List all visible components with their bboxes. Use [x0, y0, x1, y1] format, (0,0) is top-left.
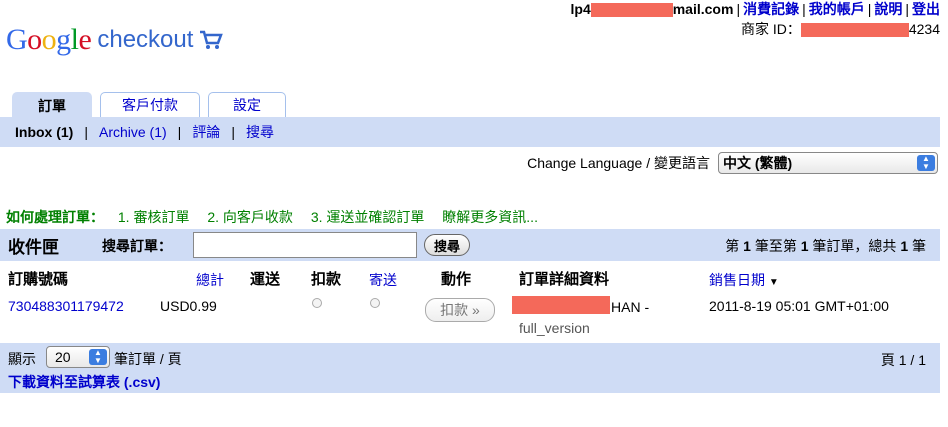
language-label: Change Language / 變更語言 [527, 155, 710, 171]
search-button[interactable]: 搜尋 [424, 234, 470, 256]
checkout-wordmark: checkout [97, 26, 194, 53]
subnav-search[interactable]: 搜尋 [246, 122, 274, 142]
col-shipping: 運送 [250, 271, 281, 288]
google-checkout-logo[interactable]: Google checkout [6, 22, 224, 58]
per-page-select[interactable]: 20 ▲ ▼ [46, 346, 110, 368]
google-logo: Google [6, 23, 92, 56]
orders-subnav: Inbox (1) | Archive (1) | 評論 | 搜尋 [0, 117, 940, 147]
redacted-item-name [512, 296, 610, 314]
cart-icon [200, 30, 224, 49]
subnav-comments[interactable]: 評論 [192, 122, 220, 142]
col-action: 動作 [441, 271, 472, 288]
redacted-email [590, 3, 673, 18]
howto-step-review[interactable]: 1. 審核訂單 [118, 209, 190, 225]
col-order-number: 訂購號碼 [8, 271, 69, 288]
show-label: 顯示 [8, 351, 36, 367]
col-charge: 扣款 [311, 271, 342, 288]
order-range: 第 1 筆至第 1 筆訂單，總共 1 筆 [725, 238, 926, 254]
per-page-label: 筆訂單 / 頁 [114, 351, 182, 367]
select-arrows-icon: ▲ ▼ [917, 155, 935, 171]
language-select[interactable]: 中文 (繁體) ▲ ▼ [718, 152, 938, 174]
col-order-details: 訂單詳細資料 [519, 271, 610, 288]
howto-learn-more[interactable]: 瞭解更多資訊... [442, 209, 538, 225]
order-total: USD0.99 [160, 298, 217, 314]
select-arrows-icon: ▲ ▼ [89, 349, 107, 365]
order-number-link[interactable]: 730488301179472 [8, 298, 124, 314]
redacted-merchant-id [800, 23, 909, 38]
col-total-sort[interactable]: 總計 [196, 270, 224, 290]
search-orders-label: 搜尋訂單： [102, 238, 172, 254]
tab-orders[interactable]: 訂單 [12, 92, 92, 119]
sort-desc-icon: ▼ [768, 277, 779, 288]
col-ship-sort[interactable]: 寄送 [369, 270, 397, 290]
charge-order-button[interactable]: 扣款 » [425, 298, 495, 322]
howto-step-charge[interactable]: 2. 向客戶收款 [207, 209, 293, 225]
subnav-inbox[interactable]: Inbox (1) [15, 124, 73, 140]
charge-radio[interactable] [312, 298, 322, 308]
order-details-line2: full_version [519, 320, 590, 336]
account-links: lp4 mail.com | 消費記錄 | 我的帳戶 | 說明 | 登出 [570, 1, 940, 18]
order-details-line1: HAN - [611, 299, 650, 315]
help-link[interactable]: 說明 [874, 1, 902, 17]
subnav-archive[interactable]: Archive (1) [99, 124, 167, 140]
my-account-link[interactable]: 我的帳戶 [809, 1, 865, 17]
sign-out-link[interactable]: 登出 [912, 1, 940, 17]
account-email: lp4 mail.com [570, 1, 734, 18]
history-link[interactable]: 消費記錄 [743, 1, 799, 17]
main-tabs: 訂單 客戶付款 設定 [12, 92, 294, 119]
language-selector: Change Language / 變更語言 中文 (繁體) ▲ ▼ [527, 150, 938, 176]
how-to-process-orders: 如何處理訂單： 1. 審核訂單 2. 向客戶收款 3. 運送並確認訂單 瞭解更多… [6, 209, 538, 225]
page-indicator: 頁 1 / 1 [880, 352, 926, 368]
ship-radio[interactable] [370, 298, 380, 308]
order-sale-date: 2011-8-19 05:01 GMT+01:00 [709, 298, 889, 314]
tab-settings[interactable]: 設定 [208, 92, 286, 117]
merchant-id: 商家 ID： 4234 [740, 21, 940, 38]
tab-customer-payments[interactable]: 客戶付款 [100, 92, 200, 117]
col-sale-date-sort[interactable]: 銷售日期 ▼ [709, 270, 779, 290]
inbox-title: 收件匣 [8, 238, 59, 257]
download-csv-link[interactable]: 下載資料至試算表 (.csv) [8, 372, 160, 392]
howto-step-ship[interactable]: 3. 運送並確認訂單 [311, 209, 425, 225]
search-orders-input[interactable] [193, 232, 417, 258]
